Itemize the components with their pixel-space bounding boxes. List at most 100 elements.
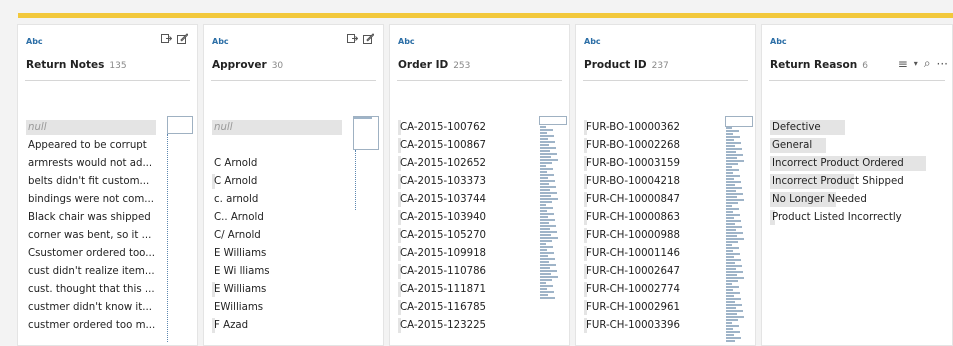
value-row[interactable]: armrests would not ad... <box>26 155 155 173</box>
value-row[interactable]: C Arnold <box>212 155 270 173</box>
value-row[interactable]: c. arnold <box>212 191 270 209</box>
histogram-bar <box>726 247 739 249</box>
value-row[interactable]: CA-2015-109918 <box>398 245 486 263</box>
data-type-label[interactable]: Abc <box>770 37 787 46</box>
data-type-label[interactable]: Abc <box>584 37 601 46</box>
value-row[interactable]: custmer ordered too m... <box>26 317 155 335</box>
value-row[interactable]: Csustomer ordered too... <box>26 245 155 263</box>
value-label: FUR-CH-10003396 <box>586 320 680 331</box>
minimap-viewport[interactable] <box>539 116 567 125</box>
search-icon[interactable]: ⌕ <box>924 56 931 71</box>
value-row[interactable]: CA-2015-123225 <box>398 317 486 335</box>
value-label: Defective <box>772 122 821 133</box>
profile-card-return-notes[interactable]: Abc Return Notes 135 null Appeared to be … <box>17 24 198 346</box>
value-row[interactable]: CA-2015-110786 <box>398 263 486 281</box>
value-row[interactable]: null <box>26 119 156 137</box>
value-row[interactable]: Incorrect Product Ordered <box>770 155 926 173</box>
histogram-bar <box>726 145 735 147</box>
value-row[interactable]: CA-2015-100867 <box>398 137 486 155</box>
histogram-bar <box>540 144 549 146</box>
value-row[interactable]: CA-2015-102652 <box>398 155 486 173</box>
histogram-bar <box>540 135 554 137</box>
value-row[interactable]: custmer didn't know it... <box>26 299 155 317</box>
value-row[interactable]: CA-2015-105270 <box>398 227 486 245</box>
value-row[interactable]: CA-2015-100762 <box>398 119 486 137</box>
value-row[interactable]: CA-2015-103744 <box>398 191 486 209</box>
value-row[interactable]: bindings were not com... <box>26 191 155 209</box>
histogram-bar <box>726 280 738 282</box>
value-row[interactable]: corner was bent, so it ... <box>26 227 155 245</box>
profile-card-product-id[interactable]: Abc Product ID 237 FUR-BO-10000362 FUR-BO… <box>575 24 756 346</box>
sort-icon[interactable]: ≡ <box>898 57 908 71</box>
field-name[interactable]: Product ID 237 <box>584 59 669 71</box>
value-row[interactable]: Product Listed Incorrectly <box>770 209 904 227</box>
value-row[interactable]: F Azad <box>212 317 270 335</box>
value-row[interactable]: FUR-CH-10003396 <box>584 317 680 335</box>
histogram-bar <box>726 307 736 309</box>
value-row[interactable]: FUR-CH-10002647 <box>584 263 680 281</box>
value-row[interactable]: FUR-BO-10002268 <box>584 137 680 155</box>
data-type-label[interactable]: Abc <box>26 37 43 46</box>
histogram-bar <box>726 340 735 342</box>
minimap-viewport[interactable] <box>725 116 753 127</box>
value-row[interactable]: E Wi lliams <box>212 263 270 281</box>
value-row[interactable]: CA-2015-111871 <box>398 281 486 299</box>
histogram-bar <box>540 177 548 179</box>
value-row[interactable]: FUR-CH-10002961 <box>584 299 680 317</box>
value-row[interactable]: CA-2015-103373 <box>398 173 486 191</box>
value-row[interactable]: General <box>770 137 904 155</box>
export-icon[interactable] <box>347 33 359 47</box>
value-label: CA-2015-110786 <box>400 266 487 277</box>
value-row[interactable]: null <box>212 119 342 137</box>
histogram-bar <box>540 213 554 215</box>
profile-card-return-reason[interactable]: Abc Return Reason 6 ≡ ▾ ⌕ ··· Defective G… <box>761 24 953 346</box>
value-row[interactable]: FUR-BO-10003159 <box>584 155 680 173</box>
data-type-label[interactable]: Abc <box>398 37 415 46</box>
value-row[interactable]: FUR-CH-10001146 <box>584 245 680 263</box>
value-row[interactable]: FUR-CH-10000988 <box>584 227 680 245</box>
field-name[interactable]: Return Reason 6 <box>770 59 868 71</box>
value-label: Incorrect Product Ordered <box>772 158 904 169</box>
field-name[interactable]: Return Notes 135 <box>26 59 127 71</box>
export-icon[interactable] <box>161 33 173 47</box>
header-divider <box>25 80 190 81</box>
value-row[interactable]: belts didn't fit custom... <box>26 173 155 191</box>
histogram-bar <box>726 277 744 279</box>
minimap-viewport[interactable] <box>167 116 193 134</box>
data-type-label[interactable]: Abc <box>212 37 229 46</box>
value-row[interactable]: Appeared to be corrupt <box>26 137 155 155</box>
edit-icon[interactable] <box>363 33 375 47</box>
value-label: FUR-BO-10002268 <box>586 140 680 151</box>
value-row[interactable]: Incorrect Product Shipped <box>770 173 904 191</box>
profile-card-approver[interactable]: Abc Approver 30 null C Arnold C Arnold c.… <box>203 24 384 346</box>
histogram-bar <box>726 289 733 291</box>
value-row[interactable]: C/ Arnold <box>212 227 270 245</box>
value-row[interactable]: cust. thought that this ... <box>26 281 155 299</box>
edit-icon[interactable] <box>177 33 189 47</box>
field-name[interactable]: Approver 30 <box>212 59 283 71</box>
value-row[interactable]: C.. Arnold <box>212 209 270 227</box>
field-name[interactable]: Order ID 253 <box>398 59 470 71</box>
value-row[interactable]: cust didn't realize item... <box>26 263 155 281</box>
value-row[interactable]: E Williams <box>212 245 270 263</box>
value-row[interactable]: Black chair was shipped <box>26 209 155 227</box>
value-row[interactable]: C Arnold <box>212 173 270 191</box>
value-row[interactable]: CA-2015-116785 <box>398 299 486 317</box>
value-row[interactable]: CA-2015-103940 <box>398 209 486 227</box>
histogram-bar <box>540 138 548 140</box>
value-row[interactable]: FUR-BO-10004218 <box>584 173 680 191</box>
value-row[interactable]: FUR-BO-10000362 <box>584 119 680 137</box>
dropdown-caret-icon[interactable]: ▾ <box>914 59 918 68</box>
more-icon[interactable]: ··· <box>937 57 948 71</box>
value-row[interactable]: E Williams <box>212 281 270 299</box>
value-row[interactable]: FUR-CH-10000847 <box>584 191 680 209</box>
value-row[interactable]: EWilliams <box>212 299 270 317</box>
profile-card-order-id[interactable]: Abc Order ID 253 CA-2015-100762 CA-2015-1… <box>389 24 570 346</box>
value-row[interactable] <box>212 137 270 155</box>
value-row[interactable]: No Longer Needed <box>770 191 904 209</box>
value-row[interactable]: Defective <box>770 119 904 137</box>
value-row[interactable]: FUR-CH-10002774 <box>584 281 680 299</box>
minimap-viewport[interactable] <box>353 116 379 150</box>
histogram-bar <box>726 286 739 288</box>
value-row[interactable]: FUR-CH-10000863 <box>584 209 680 227</box>
